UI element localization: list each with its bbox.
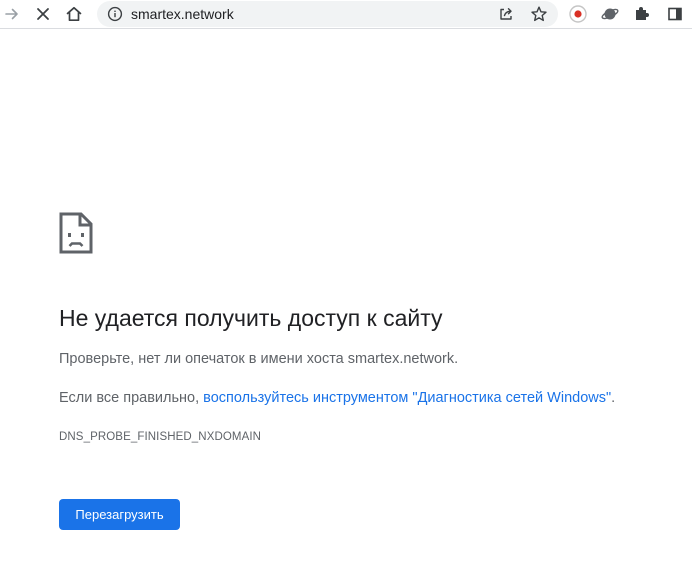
share-icon[interactable] [498, 6, 514, 22]
diagnostics-text: Если все правильно, воспользуйтесь инстр… [59, 388, 615, 408]
info-icon[interactable] [107, 6, 123, 22]
diagnostics-link[interactable]: воспользуйтесь инструментом "Диагностика… [203, 390, 611, 406]
diagnostics-prefix: Если все правильно, [59, 390, 204, 406]
diagnostics-suffix: . [611, 390, 616, 406]
reload-button[interactable]: Перезагрузить [59, 499, 180, 530]
url-text[interactable]: smartex.network [131, 5, 234, 23]
planet-extension-icon[interactable] [600, 4, 620, 24]
page-title: Не удается получить доступ к сайту [59, 305, 443, 331]
browser-toolbar: smartex.network [0, 0, 692, 29]
arrow-right-icon[interactable] [1, 3, 23, 25]
close-icon[interactable] [32, 3, 54, 25]
sad-page-icon [59, 212, 93, 254]
home-icon[interactable] [63, 3, 85, 25]
side-panel-icon[interactable] [664, 3, 686, 25]
extensions-area [564, 1, 658, 27]
check-text: Проверьте, нет ли опечаток в имени хоста… [59, 351, 459, 367]
star-icon[interactable] [530, 5, 548, 23]
record-extension-icon[interactable] [568, 4, 588, 24]
puzzle-icon[interactable] [632, 4, 652, 24]
omnibox[interactable]: smartex.network [97, 1, 558, 27]
error-code: DNS_PROBE_FINISHED_NXDOMAIN [59, 431, 262, 443]
